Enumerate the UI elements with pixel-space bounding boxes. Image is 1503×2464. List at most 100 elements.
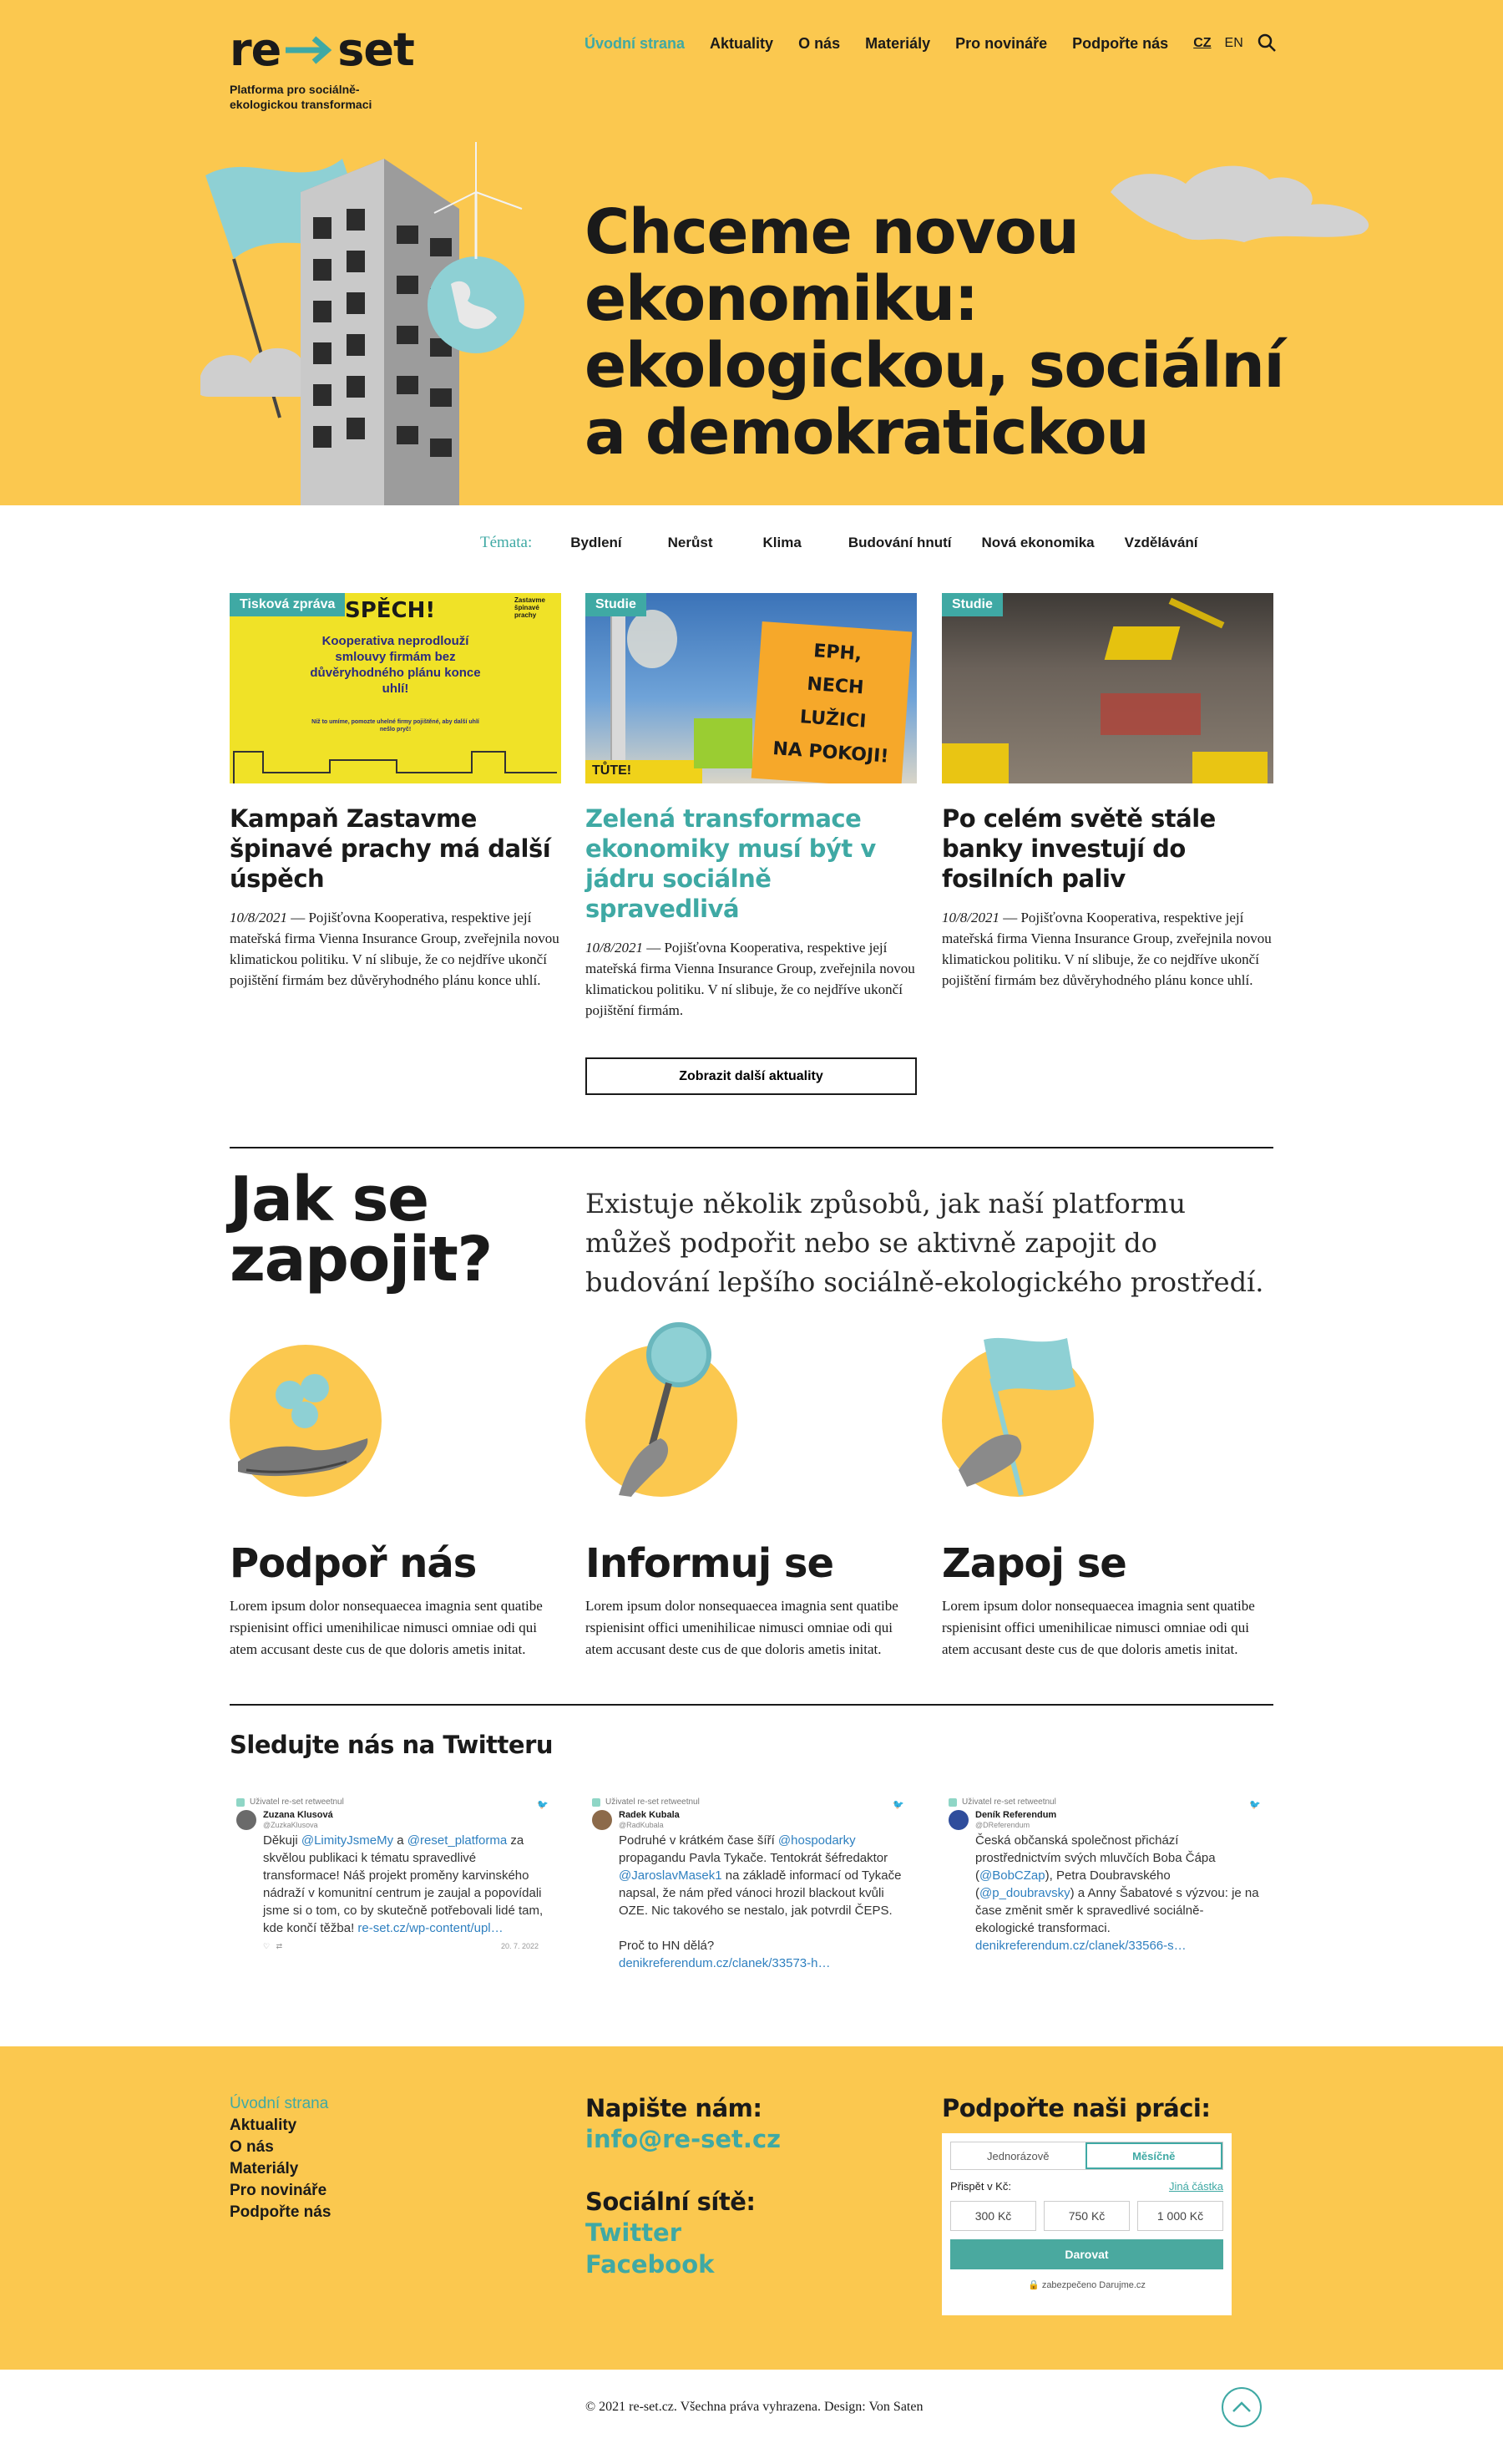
protest-banner: TŮTE! <box>585 760 702 783</box>
divider <box>230 1147 1273 1148</box>
donate-title: Podpořte naši práci: <box>942 2094 1211 2122</box>
article-badge: Tisková zpráva <box>230 593 346 616</box>
tweet-text: Děkuji @LimityJsmeMy a @reset_platforma … <box>263 1833 544 1935</box>
tweet-card[interactable]: 🐦 Uživatel re-set retweetnul Zuzana Klus… <box>230 1797 555 1977</box>
article-image-corner: Zastavme špinavé prachy <box>514 596 545 619</box>
amount-option[interactable]: 750 Kč <box>1044 2201 1130 2231</box>
article-image-headline: SPĚCH! <box>345 598 436 623</box>
article-image-small: Níž to umíme, pomozte uhelné firmy pojiš… <box>311 719 479 733</box>
write-title: Napište nám: <box>585 2094 762 2122</box>
article-card[interactable]: Studie EPH, NECH LUŽICI NA POKOJI! TŮTE!… <box>585 593 917 1021</box>
logo-mark: re set <box>230 23 415 76</box>
social-title: Sociální sítě: <box>585 2188 756 2216</box>
tweet-link[interactable]: denikreferendum.cz/clanek/33573-h… <box>619 1956 830 1970</box>
article-card[interactable]: Tisková zpráva SPĚCH! Zastavme špinavé p… <box>230 593 561 991</box>
topic-bydleni[interactable]: Bydlení <box>570 535 621 551</box>
tweet-text: Podruhé v krátkém čase šíří @hospodarky … <box>619 1833 902 1970</box>
more-news-button[interactable]: Zobrazit další aktuality <box>585 1057 917 1095</box>
topic-nerust[interactable]: Nerůst <box>668 535 713 551</box>
lang-cz[interactable]: CZ <box>1193 36 1211 51</box>
topic-budovani-hnuti[interactable]: Budování hnutí <box>848 535 952 551</box>
topic-nova-ekonomika[interactable]: Nová ekonomika <box>982 535 1095 551</box>
article-image: Studie <box>942 593 1273 783</box>
twitter-bird-icon: 🐦 <box>1249 1800 1261 1810</box>
join-title: Jak se zapojit? <box>230 1164 493 1295</box>
tweet-retweet-line: Uživatel re-set retweetnul <box>949 1797 1261 1807</box>
tweet-link[interactable]: @reset_platforma <box>407 1833 507 1848</box>
tweet-link[interactable]: @JaroslavMasek1 <box>619 1868 722 1883</box>
article-date: 10/8/2021 <box>585 940 643 956</box>
topic-vzdelavani[interactable]: Vzdělávání <box>1125 535 1198 551</box>
nav-item-materials[interactable]: Materiály <box>865 35 930 53</box>
twitter-bird-icon: 🐦 <box>537 1800 549 1810</box>
tweet-author: Deník Referendum <box>975 1810 1057 1820</box>
way-inform[interactable]: Informuj se Lorem ipsum dolor nonsequaec… <box>585 1322 917 1660</box>
footer-link-home[interactable]: Úvodní strana <box>230 2093 331 2115</box>
article-image: Tisková zpráva SPĚCH! Zastavme špinavé p… <box>230 593 561 783</box>
tweet-author: Zuzana Klusová <box>263 1810 333 1820</box>
nav-item-news[interactable]: Aktuality <box>710 35 773 53</box>
tab-monthly[interactable]: Měsíčně <box>1085 2142 1222 2169</box>
footer-contact: Napište nám: info@re-set.cz Sociální sít… <box>585 2093 781 2280</box>
nav-item-about[interactable]: O nás <box>798 35 840 53</box>
truck-shape <box>942 743 1009 783</box>
tweet-link[interactable]: @LimityJsmeMy <box>301 1833 393 1848</box>
hero-title: Chceme novou ekonomiku: ekologickou, soc… <box>584 196 1285 469</box>
email-link[interactable]: info@re-set.cz <box>585 2123 781 2155</box>
nav-item-home[interactable]: Úvodní strana <box>584 35 685 53</box>
facebook-link[interactable]: Facebook <box>585 2249 781 2280</box>
hero-section: re set Platforma pro sociálně-ekologicko… <box>0 0 1503 505</box>
secured-note: 🔒 zabezpečeno Darujme.cz <box>1028 2280 1146 2290</box>
logo[interactable]: re set Platforma pro sociálně-ekologicko… <box>230 23 415 112</box>
machine-shape <box>1101 693 1201 735</box>
way-support[interactable]: Podpoř nás Lorem ipsum dolor nonsequaece… <box>230 1345 561 1660</box>
other-amount-link[interactable]: Jiná částka <box>1169 2180 1223 2193</box>
green-sign <box>694 718 752 768</box>
copyright: © 2021 re-set.cz. Všechna práva vyhrazen… <box>585 2400 924 2414</box>
chevron-up-icon <box>1232 2401 1251 2412</box>
topic-klima[interactable]: Klima <box>763 535 802 551</box>
tweet-link[interactable]: re-set.cz/wp-content/upl… <box>357 1921 503 1935</box>
article-badge: Studie <box>585 593 646 616</box>
footer-link-about[interactable]: O nás <box>230 2137 331 2158</box>
donate-button[interactable]: Darovat <box>950 2239 1223 2269</box>
reply-icon: ♡ ⇄ <box>263 1942 283 1950</box>
donate-section: Podpořte naši práci: Jednorázově Měsíčně… <box>942 2093 1232 2315</box>
divider <box>230 1704 1273 1706</box>
flag-icon <box>942 1337 1094 1497</box>
article-title[interactable]: Zelená transformace ekonomiky musí být v… <box>585 804 917 924</box>
tweet-date: 20. 7. 2022 <box>500 1942 539 1950</box>
article-excerpt: 10/8/2021 — Pojišťovna Kooperativa, resp… <box>585 940 915 1018</box>
tweet-link[interactable]: @BobCZap <box>979 1868 1045 1883</box>
scroll-top-button[interactable] <box>1222 2387 1262 2427</box>
tweet-link[interactable]: denikreferendum.cz/clanek/33566-s… <box>975 1939 1187 1953</box>
search-icon[interactable] <box>1257 33 1278 54</box>
tweet-link[interactable]: @hospodarky <box>778 1833 856 1848</box>
twitter-link[interactable]: Twitter <box>585 2217 781 2249</box>
footer-link-news[interactable]: Aktuality <box>230 2115 331 2137</box>
article-card[interactable]: Studie Po celém světě stále banky invest… <box>942 593 1273 991</box>
tab-one-time[interactable]: Jednorázově <box>951 2142 1086 2169</box>
lang-en[interactable]: EN <box>1225 36 1243 51</box>
nav-item-press[interactable]: Pro novináře <box>955 35 1047 53</box>
magnifier-icon <box>585 1322 737 1497</box>
article-date: 10/8/2021 <box>230 910 287 925</box>
article-title[interactable]: Kampaň Zastavme špinavé prachy má další … <box>230 804 561 894</box>
footer-link-press[interactable]: Pro novináře <box>230 2180 331 2202</box>
way-text: Lorem ipsum dolor nonsequaecea imagnia s… <box>942 1598 1255 1657</box>
nav-item-support[interactable]: Podpořte nás <box>1072 35 1168 53</box>
amount-option[interactable]: 1 000 Kč <box>1137 2201 1223 2231</box>
footer-link-support[interactable]: Podpořte nás <box>230 2202 331 2223</box>
tweet-link[interactable]: @p_doubravsky <box>979 1886 1070 1900</box>
amount-option[interactable]: 300 Kč <box>950 2201 1036 2231</box>
tweet-card[interactable]: 🐦 Uživatel re-set retweetnul Deník Refer… <box>942 1797 1268 1977</box>
tweet-retweet-line: Uživatel re-set retweetnul <box>236 1797 549 1807</box>
way-title: Zapoj se <box>942 1540 1127 1587</box>
contribute-label: Přispět v Kč: <box>950 2180 1011 2193</box>
way-join[interactable]: Zapoj se Lorem ipsum dolor nonsequaecea … <box>942 1337 1273 1660</box>
tweet-footer: ♡ ⇄ 20. 7. 2022 <box>263 1942 539 1951</box>
article-title[interactable]: Po celém světě stále banky investují do … <box>942 804 1273 894</box>
twitter-title: Sledujte nás na Twitteru <box>230 1731 554 1759</box>
footer-link-materials[interactable]: Materiály <box>230 2158 331 2180</box>
tweet-card[interactable]: 🐦 Uživatel re-set retweetnul Radek Kubal… <box>585 1797 911 1977</box>
